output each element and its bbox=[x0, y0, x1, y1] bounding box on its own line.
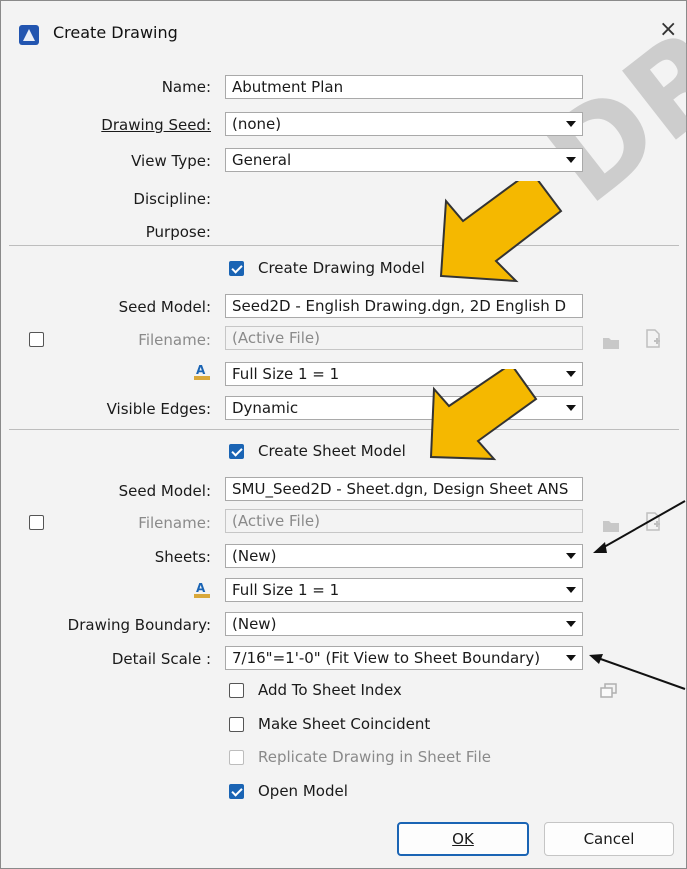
drawing-boundary-label: Drawing Boundary: bbox=[67, 616, 211, 634]
pointer-arrow-icon bbox=[593, 500, 686, 553]
view-type-dropdown[interactable]: General bbox=[225, 148, 583, 172]
sheet-filename-label: Filename: bbox=[138, 514, 211, 532]
yellow-callout-arrow-icon bbox=[429, 369, 538, 461]
window-title: Create Drawing bbox=[53, 23, 178, 42]
make-sheet-coincident-checkbox[interactable] bbox=[229, 717, 244, 732]
pointer-arrow-icon bbox=[589, 654, 686, 690]
drawing-seed-model-input[interactable]: Seed2D - English Drawing.dgn, 2D English… bbox=[225, 294, 583, 318]
add-to-sheet-index-checkbox[interactable] bbox=[229, 683, 244, 698]
drawing-seed-value: (none) bbox=[232, 115, 282, 133]
folder-icon bbox=[602, 334, 620, 350]
drawing-annotation-scale-value: Full Size 1 = 1 bbox=[232, 365, 340, 383]
sheet-filename-input: (Active File) bbox=[225, 509, 583, 533]
ok-button-label: OK bbox=[452, 830, 474, 848]
filename-label: Filename: bbox=[138, 331, 211, 349]
yellow-callout-arrow-icon bbox=[439, 181, 563, 283]
drawing-boundary-value: (New) bbox=[232, 615, 277, 633]
create-sheet-model-checkbox[interactable] bbox=[229, 444, 244, 459]
detail-scale-value: 7/16"=1'-0" (Fit View to Sheet Boundary) bbox=[232, 649, 541, 667]
chevron-down-icon bbox=[566, 655, 576, 661]
detail-scale-label: Detail Scale : bbox=[111, 650, 211, 668]
drawing-seed-dropdown[interactable]: (none) bbox=[225, 112, 583, 136]
drawing-filename-input: (Active File) bbox=[225, 326, 583, 350]
annotation-scale-icon: A bbox=[193, 581, 211, 598]
cancel-button[interactable]: Cancel bbox=[544, 822, 674, 856]
create-drawing-model-label: Create Drawing Model bbox=[258, 259, 425, 277]
close-icon[interactable]: × bbox=[659, 17, 677, 42]
sheet-seed-model-input[interactable]: SMU_Seed2D - Sheet.dgn, Design Sheet ANS bbox=[225, 477, 583, 501]
sheet-annotation-scale-value: Full Size 1 = 1 bbox=[232, 581, 340, 599]
chevron-down-icon bbox=[566, 157, 576, 163]
chevron-down-icon bbox=[566, 405, 576, 411]
sheet-seed-model-label: Seed Model: bbox=[118, 482, 211, 500]
chevron-down-icon bbox=[566, 371, 576, 377]
visible-edges-label: Visible Edges: bbox=[106, 400, 211, 418]
create-drawing-model-checkbox[interactable] bbox=[229, 261, 244, 276]
make-sheet-coincident-label: Make Sheet Coincident bbox=[258, 715, 431, 733]
chevron-down-icon bbox=[566, 621, 576, 627]
sheets-value: (New) bbox=[232, 547, 277, 565]
ok-button[interactable]: OK bbox=[397, 822, 529, 856]
svg-text:A: A bbox=[196, 581, 206, 595]
dialog-window: Create Drawing × DRAFT Name: Abutment Pl… bbox=[0, 0, 687, 869]
app-logo-icon bbox=[19, 25, 39, 45]
separator bbox=[9, 429, 679, 430]
purpose-label: Purpose: bbox=[145, 223, 211, 241]
drawing-boundary-dropdown[interactable]: (New) bbox=[225, 612, 583, 636]
visible-edges-value: Dynamic bbox=[232, 399, 299, 417]
open-model-checkbox[interactable] bbox=[229, 784, 244, 799]
chevron-down-icon bbox=[566, 587, 576, 593]
svg-text:A: A bbox=[196, 363, 206, 377]
open-model-label: Open Model bbox=[258, 782, 348, 800]
seed-model-label: Seed Model: bbox=[118, 298, 211, 316]
chevron-down-icon bbox=[566, 121, 576, 127]
view-type-value: General bbox=[232, 151, 292, 169]
sheet-filename-checkbox[interactable] bbox=[29, 515, 44, 530]
sheet-annotation-scale-dropdown[interactable]: Full Size 1 = 1 bbox=[225, 578, 583, 602]
annotation-scale-icon: A bbox=[193, 363, 211, 380]
detail-scale-dropdown[interactable]: 7/16"=1'-0" (Fit View to Sheet Boundary) bbox=[225, 646, 583, 670]
replicate-drawing-label: Replicate Drawing in Sheet File bbox=[258, 748, 491, 766]
create-sheet-model-label: Create Sheet Model bbox=[258, 442, 406, 460]
view-type-label: View Type: bbox=[131, 152, 211, 170]
name-input[interactable]: Abutment Plan bbox=[225, 75, 583, 99]
replicate-drawing-checkbox bbox=[229, 750, 244, 765]
add-to-sheet-index-label: Add To Sheet Index bbox=[258, 681, 402, 699]
drawing-seed-label: Drawing Seed: bbox=[101, 116, 211, 134]
title-bar: Create Drawing × bbox=[1, 1, 686, 61]
sheets-label: Sheets: bbox=[154, 548, 211, 566]
new-file-icon bbox=[644, 329, 662, 348]
sheets-dropdown[interactable]: (New) bbox=[225, 544, 583, 568]
discipline-label: Discipline: bbox=[133, 190, 211, 208]
chevron-down-icon bbox=[566, 553, 576, 559]
drawing-filename-checkbox[interactable] bbox=[29, 332, 44, 347]
name-label: Name: bbox=[161, 78, 211, 96]
